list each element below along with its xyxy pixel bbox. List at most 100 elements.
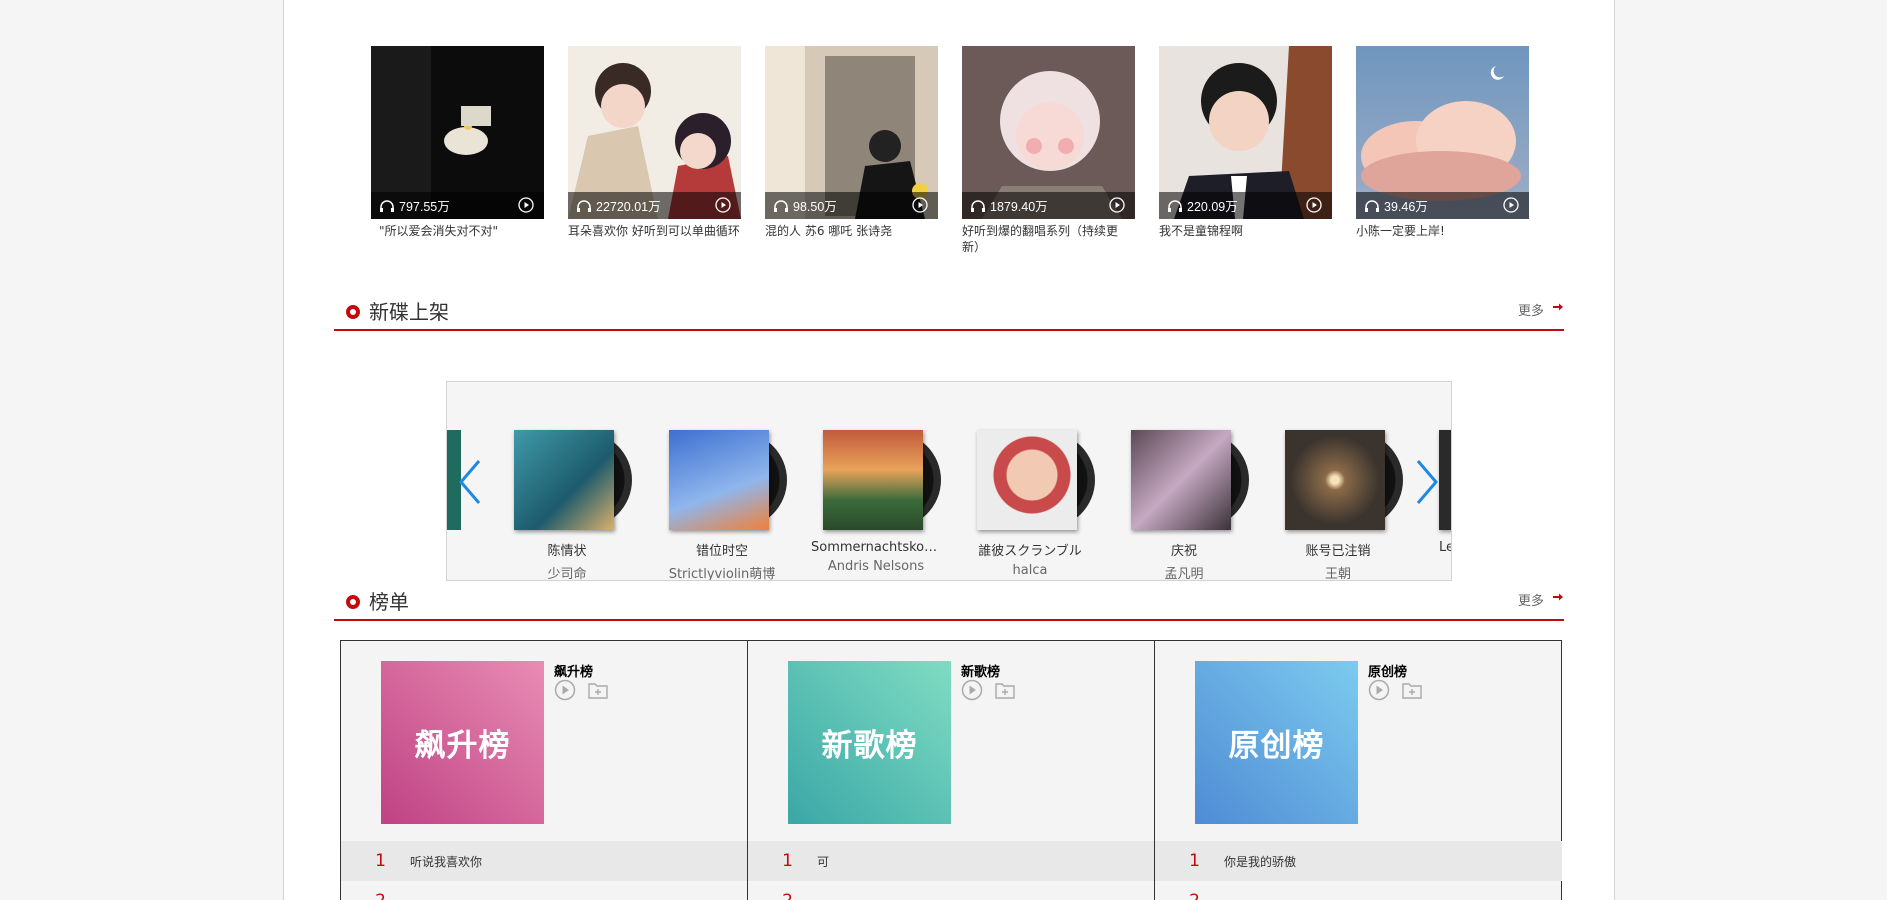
add-icon[interactable] bbox=[1401, 679, 1423, 701]
album-item[interactable]: Sommernachtskonzert 2022 Andris Nelsons bbox=[811, 430, 941, 574]
headphones-icon bbox=[774, 199, 788, 212]
playlist-name[interactable]: 混的人 苏6 哪吒 张诗尧 bbox=[765, 223, 938, 239]
playlist-grid: 797.55万 "所以爱会消失对不对" 22720.01万 耳朵喜欢你 好听到可… bbox=[371, 46, 1571, 256]
play-circle-icon[interactable] bbox=[1368, 679, 1390, 701]
chart-cover[interactable]: 原创榜 bbox=[1195, 661, 1358, 824]
chevron-left-icon[interactable] bbox=[455, 457, 485, 507]
playlist-cover[interactable]: 98.50万 bbox=[765, 46, 938, 219]
album-cover[interactable] bbox=[514, 430, 614, 530]
play-circle-icon[interactable] bbox=[518, 197, 534, 213]
more-link[interactable]: 更多 bbox=[1518, 590, 1544, 609]
playlist-name[interactable]: 小陈一定要上岸! bbox=[1356, 223, 1529, 239]
play-circle-icon[interactable] bbox=[554, 679, 576, 701]
page-content: 797.55万 "所以爱会消失对不对" 22720.01万 耳朵喜欢你 好听到可… bbox=[283, 0, 1615, 900]
headphones-icon bbox=[1168, 199, 1182, 212]
album-name[interactable]: Sommernachtskonzert 2022 bbox=[811, 540, 941, 555]
playlist-name[interactable]: "所以爱会消失对不对" bbox=[371, 223, 544, 239]
playlist-name[interactable]: 好听到爆的翻唱系列（持续更新） bbox=[962, 223, 1135, 255]
album-item[interactable]: 账号已注销 王朝 bbox=[1273, 430, 1403, 580]
song-name[interactable]: 可 bbox=[817, 853, 829, 870]
playlist-card[interactable]: 22720.01万 耳朵喜欢你 好听到可以单曲循环 bbox=[568, 46, 741, 239]
playlist-name[interactable]: 耳朵喜欢你 好听到可以单曲循环 bbox=[568, 223, 741, 239]
song-name[interactable]: 听说我喜欢你 bbox=[410, 853, 482, 870]
add-icon[interactable] bbox=[587, 679, 609, 701]
album-cover[interactable] bbox=[669, 430, 769, 530]
rank-number: 1 bbox=[1189, 851, 1200, 871]
arrow-right-icon[interactable] bbox=[1552, 301, 1564, 313]
play-circle-icon[interactable] bbox=[1306, 197, 1322, 213]
new-albums-carousel: 陈情状 少司命 错位时空 Strictlyviolin萌博 Sommernach… bbox=[446, 381, 1452, 581]
section-title[interactable]: 新碟上架 bbox=[369, 296, 449, 325]
section-bullet-icon bbox=[346, 595, 360, 609]
headphones-icon bbox=[1365, 199, 1379, 212]
more-link[interactable]: 更多 bbox=[1518, 300, 1544, 319]
chart-title[interactable]: 新歌榜 bbox=[961, 661, 1000, 680]
headphones-icon bbox=[380, 199, 394, 212]
playlist-cover[interactable]: 220.09万 bbox=[1159, 46, 1332, 219]
chevron-right-icon[interactable] bbox=[1412, 457, 1442, 507]
chart-cover[interactable]: 飙升榜 bbox=[381, 661, 544, 824]
rank-number: 2 bbox=[1155, 891, 1200, 900]
album-cover[interactable] bbox=[1131, 430, 1231, 530]
album-cover[interactable] bbox=[823, 430, 923, 530]
album-name[interactable]: Le bbox=[1427, 540, 1451, 555]
rank-number: 2 bbox=[341, 891, 386, 900]
rank-number: 2 bbox=[748, 891, 793, 900]
playlist-card[interactable]: 98.50万 混的人 苏6 哪吒 张诗尧 bbox=[765, 46, 938, 239]
album-item[interactable]: 誰彼スクランブル halca bbox=[965, 430, 1095, 578]
album-item[interactable]: 庆祝 孟凡明 bbox=[1119, 430, 1249, 580]
album-cover[interactable] bbox=[1285, 430, 1385, 530]
album-artist[interactable]: 王朝 bbox=[1273, 563, 1403, 580]
chart-title[interactable]: 原创榜 bbox=[1368, 661, 1407, 680]
chart-row[interactable]: 1 可 bbox=[748, 841, 1154, 881]
chart-cover[interactable]: 新歌榜 bbox=[788, 661, 951, 824]
playlist-name[interactable]: 我不是童锦程啊 bbox=[1159, 223, 1332, 239]
album-artist[interactable]: 少司命 bbox=[502, 563, 632, 580]
album-item[interactable]: 陈情状 少司命 bbox=[502, 430, 632, 580]
album-artist[interactable]: halca bbox=[965, 563, 1095, 578]
playlist-card[interactable]: 1879.40万 好听到爆的翻唱系列（持续更新） bbox=[962, 46, 1135, 255]
playlist-card[interactable]: 39.46万 小陈一定要上岸! bbox=[1356, 46, 1529, 239]
album-item[interactable]: 错位时空 Strictlyviolin萌博 bbox=[657, 430, 787, 580]
playlist-info-bar: 39.46万 bbox=[1356, 192, 1529, 219]
chart-row[interactable]: 1 你是我的骄傲 bbox=[1155, 841, 1562, 881]
arrow-right-icon[interactable] bbox=[1552, 591, 1564, 603]
play-circle-icon[interactable] bbox=[961, 679, 983, 701]
album-artist[interactable]: Andris Nelsons bbox=[811, 559, 941, 574]
chart-original: 原创榜 原创榜 1 你是我的骄傲 2 bbox=[1155, 641, 1562, 900]
album-cover[interactable] bbox=[977, 430, 1077, 530]
playlist-info-bar: 220.09万 bbox=[1159, 192, 1332, 219]
chart-new-songs: 新歌榜 新歌榜 1 可 2 bbox=[748, 641, 1155, 900]
album-name[interactable]: 誰彼スクランブル bbox=[965, 540, 1095, 559]
album-name[interactable]: 庆祝 bbox=[1119, 540, 1249, 559]
album-artist[interactable]: Strictlyviolin萌博 bbox=[657, 563, 787, 580]
add-icon[interactable] bbox=[994, 679, 1016, 701]
chart-row[interactable]: 2 bbox=[1155, 881, 1562, 900]
rank-number: 1 bbox=[782, 851, 793, 871]
play-count: 39.46万 bbox=[1384, 200, 1428, 214]
play-circle-icon[interactable] bbox=[1503, 197, 1519, 213]
playlist-info-bar: 98.50万 bbox=[765, 192, 938, 219]
chart-row[interactable]: 2 bbox=[748, 881, 1154, 900]
album-name[interactable]: 账号已注销 bbox=[1273, 540, 1403, 559]
play-circle-icon[interactable] bbox=[1109, 197, 1125, 213]
album-artist[interactable]: 孟凡明 bbox=[1119, 563, 1249, 580]
album-name[interactable]: 错位时空 bbox=[657, 540, 787, 559]
chart-row[interactable]: 1 听说我喜欢你 bbox=[341, 841, 747, 881]
song-name[interactable]: 你是我的骄傲 bbox=[1224, 853, 1296, 870]
playlist-cover[interactable]: 22720.01万 bbox=[568, 46, 741, 219]
section-title[interactable]: 榜单 bbox=[369, 586, 409, 615]
album-name[interactable]: 陈情状 bbox=[502, 540, 632, 559]
playlist-cover[interactable]: 1879.40万 bbox=[962, 46, 1135, 219]
section-bullet-icon bbox=[346, 305, 360, 319]
charts-header: 榜单 更多 bbox=[334, 585, 1564, 621]
playlist-cover[interactable]: 39.46万 bbox=[1356, 46, 1529, 219]
playlist-card[interactable]: 797.55万 "所以爱会消失对不对" bbox=[371, 46, 544, 239]
chart-title[interactable]: 飙升榜 bbox=[554, 661, 593, 680]
chart-row[interactable]: 2 bbox=[341, 881, 747, 900]
play-circle-icon[interactable] bbox=[715, 197, 731, 213]
headphones-icon bbox=[971, 199, 985, 212]
playlist-cover[interactable]: 797.55万 bbox=[371, 46, 544, 219]
play-circle-icon[interactable] bbox=[912, 197, 928, 213]
playlist-card[interactable]: 220.09万 我不是童锦程啊 bbox=[1159, 46, 1332, 239]
